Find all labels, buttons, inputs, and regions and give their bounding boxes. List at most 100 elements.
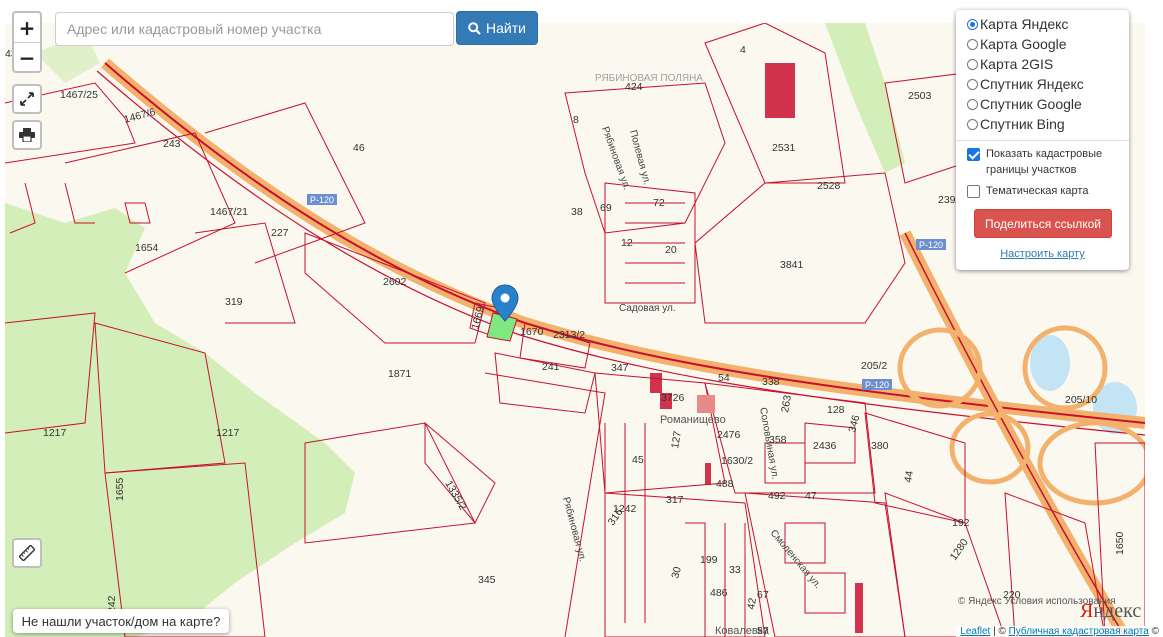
svg-text:Р-120: Р-120 xyxy=(919,240,943,250)
radio-button[interactable] xyxy=(967,58,978,70)
highway-badge: Р-120 xyxy=(916,239,946,250)
radio-button[interactable] xyxy=(967,78,978,90)
search-input[interactable]: Адрес или кадастровый номер участка xyxy=(55,12,454,46)
parcel-number-label: 67 xyxy=(757,589,769,601)
parcel-number-label: 1670 xyxy=(520,326,544,338)
radio-button[interactable] xyxy=(967,18,978,30)
parcel-number-label: 227 xyxy=(271,227,289,239)
layer-option[interactable]: Спутник Яндекс xyxy=(967,76,1084,92)
find-button[interactable]: Найти xyxy=(456,11,538,45)
show-boundaries-checkbox[interactable] xyxy=(967,148,980,161)
parcel-number-label: 346 xyxy=(846,414,862,434)
configure-map-link[interactable]: Настроить карту xyxy=(956,248,1129,260)
parcel-number-label: 1335/2 xyxy=(442,479,469,513)
parcel-number-label: 380 xyxy=(871,440,889,452)
parcel-number-label: 1630/2 xyxy=(721,455,753,467)
parcel-number-label: 20 xyxy=(665,244,677,256)
parcel-number-label: 319 xyxy=(225,296,243,308)
parcel-number-label: 45 xyxy=(632,454,644,466)
parcel-number-label: 2313/2 xyxy=(553,329,585,341)
ruler-icon xyxy=(19,545,35,561)
parcel-number-label: 424 xyxy=(625,81,643,93)
radio-button[interactable] xyxy=(967,118,978,130)
parcel-number-label: 338 xyxy=(762,376,780,388)
parcel-number-label: 243 xyxy=(163,138,181,150)
parcel-number-label: 317 xyxy=(666,494,684,506)
parcel-number-label: 33 xyxy=(729,564,741,576)
radio-button[interactable] xyxy=(967,38,978,50)
parcel-number-label: 241 xyxy=(542,361,560,373)
parcel-number-label: 38 xyxy=(571,206,583,218)
parcel-number-label: 1871 xyxy=(388,368,412,380)
parcel-number-label: 1655 xyxy=(114,477,126,501)
parcel-number-label: 127 xyxy=(669,430,684,449)
parcel-number-label: 492 xyxy=(768,490,786,502)
thematic-map-option[interactable]: Тематическая карта xyxy=(967,183,1088,199)
parcel-number-label: 1650 xyxy=(1114,531,1126,555)
parcel-number-label: 2602 xyxy=(383,276,407,288)
parcel-number-label: 1654 xyxy=(135,242,159,254)
print-button[interactable] xyxy=(12,120,42,150)
parcel-number-label: 199 xyxy=(700,554,718,566)
zoom-control: + − xyxy=(12,11,42,73)
street-label: Садовая ул. xyxy=(619,303,676,314)
find-button-label: Найти xyxy=(486,20,526,36)
measure-button[interactable] xyxy=(12,538,42,568)
thematic-map-checkbox[interactable] xyxy=(967,185,980,198)
expand-icon xyxy=(20,92,34,106)
parcel-number-label: 205/10 xyxy=(1065,394,1097,406)
yandex-logo: Яндекс xyxy=(1080,600,1142,622)
parcel-number-label: 4 xyxy=(740,44,746,56)
street-label: Рябиновая ул. xyxy=(560,496,589,563)
layer-panel: Карта Яндекс Карта Google Карта 2GIS Спу… xyxy=(956,10,1129,270)
leaflet-link[interactable]: Leaflet xyxy=(960,626,990,637)
share-link-button[interactable]: Поделиться ссылкой xyxy=(974,209,1112,238)
parcel-number-label: 263 xyxy=(779,394,794,413)
parcel-number-label: 345 xyxy=(478,574,496,586)
parcel-number-label: 2436 xyxy=(813,440,837,452)
pkk-link[interactable]: Публичная кадастровая карта xyxy=(1009,626,1149,637)
layer-option[interactable]: Карта Яндекс xyxy=(967,16,1068,32)
parcel-number-label: 54 xyxy=(718,372,730,384)
parcel-number-label: 2531 xyxy=(772,142,796,154)
show-boundaries-option[interactable]: Показать кадастровые границы участков xyxy=(967,146,1117,178)
parcel-number-label: 1467/6 xyxy=(123,106,157,126)
parcel-number-label: 358 xyxy=(769,434,787,446)
place-label: РЯБИНОВАЯ ПОЛЯНА xyxy=(595,73,703,84)
parcel-number-label: 3726 xyxy=(661,392,685,404)
parcel-number-label: 1467/21 xyxy=(210,206,248,218)
parcel-number-label: 44 xyxy=(902,470,916,484)
parcel-number-label: 72 xyxy=(653,197,665,209)
parcel-number-label: 46 xyxy=(353,142,365,154)
parcel-number-label: 8 xyxy=(573,114,579,126)
layer-option[interactable]: Спутник Google xyxy=(967,96,1082,112)
highway-badge: Р-120 xyxy=(307,194,337,205)
layer-option[interactable]: Карта 2GIS xyxy=(967,56,1053,72)
layer-option[interactable]: Карта Google xyxy=(967,36,1067,52)
layer-option[interactable]: Спутник Bing xyxy=(967,116,1065,132)
street-label: Полевая ул. xyxy=(627,129,652,186)
parcel-number-label: 30 xyxy=(669,565,684,580)
parcel-number-label: 192 xyxy=(952,517,970,529)
parcel-number-label: 486 xyxy=(710,587,728,599)
radio-button[interactable] xyxy=(967,98,978,110)
fullscreen-button[interactable] xyxy=(12,84,42,114)
parcel-number-label: 1280 xyxy=(948,537,971,563)
svg-text:Р-120: Р-120 xyxy=(310,195,334,205)
parcel-number-label: 488 xyxy=(716,478,734,490)
zoom-out-button[interactable]: − xyxy=(14,42,40,72)
parcel-number-label: 1467/25 xyxy=(60,89,98,101)
not-found-button[interactable]: Не нашли участок/дом на карте? xyxy=(13,609,229,633)
printer-icon xyxy=(19,128,35,142)
parcel-number-label: 3841 xyxy=(780,259,804,271)
parcel-number-label: 69 xyxy=(600,202,612,214)
parcel-number-label: 128 xyxy=(827,404,845,416)
map-attribution: Leaflet | © Публичная кадастровая карта … xyxy=(956,626,1163,637)
parcel-number-label: 205/2 xyxy=(861,360,887,372)
zoom-in-button[interactable]: + xyxy=(14,13,40,42)
parcel-number-label: 1217 xyxy=(216,427,240,439)
search-icon xyxy=(468,21,481,35)
place-label: Романищево xyxy=(660,414,726,426)
parcel-number-label: 12 xyxy=(621,237,633,249)
parcel-number-label: 57 xyxy=(757,625,769,637)
